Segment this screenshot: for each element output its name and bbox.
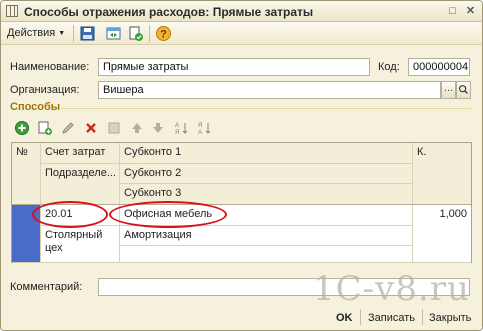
cell-subconto3[interactable] (120, 246, 412, 262)
actions-menu[interactable]: Действия ▼ (7, 27, 65, 39)
sort-descending-icon[interactable]: Я А (197, 120, 213, 136)
annotation-ellipse-subconto (109, 201, 227, 228)
edit-row-icon[interactable] (60, 120, 76, 136)
dialog-window: Способы отражения расходов: Прямые затра… (0, 0, 483, 331)
svg-text:А: А (198, 130, 202, 136)
svg-text:Я: Я (175, 130, 179, 136)
select-button[interactable]: … (441, 81, 456, 99)
form-icon (6, 5, 18, 17)
save-button[interactable]: Записать (368, 312, 415, 324)
organization-label: Организация: (10, 84, 80, 96)
name-field[interactable]: Прямые затраты (98, 58, 370, 76)
add-row-icon[interactable] (14, 120, 30, 136)
header-num[interactable]: № (12, 143, 40, 204)
toolbar: Действия ▼ ? (1, 22, 482, 45)
window-title: Способы отражения расходов: Прямые затра… (24, 5, 314, 19)
comment-label: Комментарий: (10, 281, 83, 293)
section-divider (61, 108, 471, 109)
toolbar-separator (73, 25, 74, 42)
sort-ascending-icon[interactable]: А Я (174, 120, 190, 136)
save-icon[interactable] (79, 25, 96, 42)
actions-label: Действия (7, 27, 56, 39)
section-title: Способы (10, 101, 61, 113)
svg-text:?: ? (160, 29, 167, 41)
header-coefficient[interactable]: К. (413, 143, 471, 204)
view-icon[interactable] (105, 25, 122, 42)
chevron-down-icon: ▼ (58, 30, 66, 37)
close-button[interactable]: Закрыть (429, 312, 471, 324)
dialog-buttons: OK Записать Закрыть (1, 304, 482, 330)
grid-line (120, 183, 412, 184)
copy-row-icon[interactable] (37, 120, 53, 136)
move-up-icon[interactable] (129, 120, 145, 136)
cell-subdivision[interactable]: Столярный цех (41, 226, 119, 262)
grid-line (41, 163, 412, 164)
cell-subconto2[interactable]: Амортизация (120, 226, 412, 245)
button-separator (422, 309, 423, 325)
move-down-icon[interactable] (150, 120, 166, 136)
search-icon[interactable] (456, 81, 471, 99)
end-edit-icon[interactable] (106, 120, 122, 136)
maximize-icon[interactable]: □ (445, 4, 460, 18)
help-icon[interactable]: ? (155, 25, 172, 42)
header-subdivision[interactable]: Подразделе... (41, 164, 119, 204)
ok-button[interactable]: OK (336, 312, 353, 324)
name-label: Наименование: (10, 61, 90, 73)
title-bar: Способы отражения расходов: Прямые затра… (1, 1, 482, 22)
code-field[interactable]: 000000004 (408, 58, 470, 76)
code-label: Код: (378, 61, 400, 73)
svg-text:Я: Я (198, 123, 202, 129)
cell-coefficient[interactable]: 1,000 (413, 205, 471, 225)
grid-toolbar: А Я Я А (10, 118, 470, 138)
svg-text:А: А (175, 123, 179, 129)
watermark: 1C-v8.ru (313, 269, 470, 309)
button-separator (360, 309, 361, 325)
close-icon[interactable]: ✕ (463, 4, 478, 18)
toolbar-separator (149, 25, 150, 42)
annotation-ellipse-account (32, 201, 108, 228)
header-subconto2[interactable]: Субконто 2 (120, 164, 412, 184)
organization-field[interactable]: Вишера (98, 81, 441, 99)
header-account[interactable]: Счет затрат (41, 143, 119, 163)
grid-line (12, 262, 471, 263)
grid-line (412, 143, 413, 262)
header-subconto1[interactable]: Субконто 1 (120, 143, 412, 163)
delete-row-icon[interactable] (83, 120, 99, 136)
copy-doc-icon[interactable] (127, 25, 144, 42)
